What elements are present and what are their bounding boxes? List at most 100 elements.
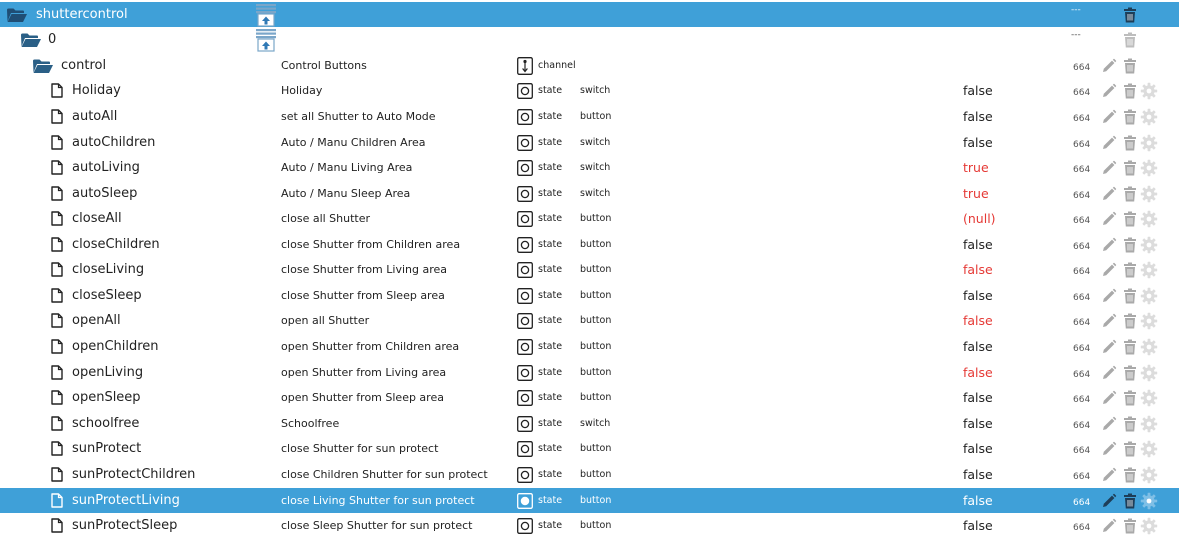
object-name[interactable]: openSleep <box>72 385 141 410</box>
state-row[interactable]: Holiday Holiday state switch false 664 <box>0 78 1179 103</box>
edit-icon[interactable] <box>1100 104 1118 129</box>
state-value[interactable]: false <box>963 232 993 257</box>
edit-icon[interactable] <box>1100 513 1118 538</box>
delete-icon[interactable] <box>1121 130 1139 155</box>
state-value[interactable]: false <box>963 462 993 487</box>
delete-icon[interactable] <box>1121 283 1139 308</box>
settings-icon[interactable] <box>1140 360 1158 385</box>
object-name[interactable]: sunProtectSleep <box>72 513 177 538</box>
edit-icon[interactable] <box>1100 155 1118 180</box>
state-row[interactable]: autoSleep Auto / Manu Sleep Area state swit… <box>0 181 1179 206</box>
object-name[interactable]: autoLiving <box>72 155 140 180</box>
state-value[interactable]: false <box>963 488 993 513</box>
state-row[interactable]: autoAll set all Shutter to Auto Mode state… <box>0 104 1179 129</box>
object-name[interactable]: Holiday <box>72 78 121 103</box>
settings-icon[interactable] <box>1140 411 1158 436</box>
edit-icon[interactable] <box>1100 385 1118 410</box>
edit-icon[interactable] <box>1100 181 1118 206</box>
state-row[interactable]: openLiving open Shutter from Living area s… <box>0 360 1179 385</box>
state-row[interactable]: schoolfree Schoolfree state switch false 664 <box>0 411 1179 436</box>
delete-icon[interactable] <box>1121 513 1139 538</box>
delete-icon[interactable] <box>1121 2 1139 27</box>
state-value[interactable]: false <box>963 283 993 308</box>
state-value[interactable]: true <box>963 155 989 180</box>
settings-icon[interactable] <box>1140 130 1158 155</box>
object-name[interactable]: control <box>61 53 106 78</box>
settings-icon[interactable] <box>1140 462 1158 487</box>
upload-icon[interactable] <box>255 2 277 27</box>
edit-icon[interactable] <box>1100 257 1118 282</box>
state-row[interactable]: autoChildren Auto / Manu Children Area sta… <box>0 130 1179 155</box>
edit-icon[interactable] <box>1100 360 1118 385</box>
delete-icon[interactable] <box>1121 206 1139 231</box>
state-value[interactable]: false <box>963 513 993 538</box>
state-row[interactable]: sunProtect close Shutter for sun protect s… <box>0 436 1179 461</box>
settings-icon[interactable] <box>1140 385 1158 410</box>
state-row[interactable]: closeLiving close Shutter from Living are… <box>0 257 1179 282</box>
edit-icon[interactable] <box>1100 206 1118 231</box>
delete-icon[interactable] <box>1121 385 1139 410</box>
state-row[interactable]: closeChildren close Shutter from Children… <box>0 232 1179 257</box>
edit-icon[interactable] <box>1100 130 1118 155</box>
folder-row[interactable]: 0 --- <box>0 27 1179 52</box>
state-row[interactable]: closeSleep close Shutter from Sleep area s… <box>0 283 1179 308</box>
delete-icon[interactable] <box>1121 155 1139 180</box>
state-row[interactable]: autoLiving Auto / Manu Living Area state sw… <box>0 155 1179 180</box>
object-name[interactable]: sunProtect <box>72 436 141 461</box>
delete-icon[interactable] <box>1121 360 1139 385</box>
delete-icon[interactable] <box>1121 78 1139 103</box>
state-row[interactable]: sunProtectLiving close Living Shutter for… <box>0 488 1179 513</box>
settings-icon[interactable] <box>1140 104 1158 129</box>
settings-icon[interactable] <box>1140 78 1158 103</box>
edit-icon[interactable] <box>1100 334 1118 359</box>
edit-icon[interactable] <box>1100 232 1118 257</box>
delete-icon[interactable] <box>1121 334 1139 359</box>
upload-icon[interactable] <box>255 27 277 52</box>
object-name[interactable]: closeAll <box>72 206 122 231</box>
settings-icon[interactable] <box>1140 206 1158 231</box>
delete-icon[interactable] <box>1121 488 1139 513</box>
folder-open-icon[interactable] <box>6 2 28 27</box>
settings-icon[interactable] <box>1140 436 1158 461</box>
edit-icon[interactable] <box>1100 411 1118 436</box>
settings-icon[interactable] <box>1140 155 1158 180</box>
edit-icon[interactable] <box>1100 78 1118 103</box>
delete-icon[interactable] <box>1121 53 1139 78</box>
object-name[interactable]: autoChildren <box>72 130 155 155</box>
object-name[interactable]: 0 <box>48 27 56 52</box>
object-name[interactable]: shuttercontrol <box>36 2 128 27</box>
state-value[interactable]: false <box>963 308 993 333</box>
state-value[interactable]: false <box>963 436 993 461</box>
edit-icon[interactable] <box>1100 488 1118 513</box>
object-name[interactable]: sunProtectLiving <box>72 488 180 513</box>
folder-open-icon[interactable] <box>32 53 54 78</box>
object-name[interactable]: openLiving <box>72 360 143 385</box>
object-name[interactable]: closeSleep <box>72 283 142 308</box>
settings-icon[interactable] <box>1140 308 1158 333</box>
edit-icon[interactable] <box>1100 436 1118 461</box>
state-row[interactable]: sunProtectSleep close Sleep Shutter for s… <box>0 513 1179 538</box>
settings-icon[interactable] <box>1140 488 1158 513</box>
state-value[interactable]: false <box>963 360 993 385</box>
delete-icon[interactable] <box>1121 308 1139 333</box>
delete-icon[interactable] <box>1121 181 1139 206</box>
settings-icon[interactable] <box>1140 181 1158 206</box>
state-value[interactable]: false <box>963 257 993 282</box>
settings-icon[interactable] <box>1140 334 1158 359</box>
root-row[interactable]: shuttercontrol --- <box>0 2 1179 27</box>
delete-icon[interactable] <box>1121 436 1139 461</box>
object-name[interactable]: sunProtectChildren <box>72 462 195 487</box>
object-name[interactable]: openChildren <box>72 334 159 359</box>
state-value[interactable]: (null) <box>963 206 996 231</box>
edit-icon[interactable] <box>1100 462 1118 487</box>
state-value[interactable]: false <box>963 334 993 359</box>
object-name[interactable]: closeLiving <box>72 257 144 282</box>
object-name[interactable]: autoAll <box>72 104 117 129</box>
state-value[interactable]: false <box>963 78 993 103</box>
state-row[interactable]: openAll open all Shutter state button false 6… <box>0 308 1179 333</box>
state-value[interactable]: false <box>963 385 993 410</box>
delete-icon[interactable] <box>1121 257 1139 282</box>
object-name[interactable]: schoolfree <box>72 411 139 436</box>
state-row[interactable]: sunProtectChildren close Children Shutter… <box>0 462 1179 487</box>
folder-open-icon[interactable] <box>20 27 42 52</box>
